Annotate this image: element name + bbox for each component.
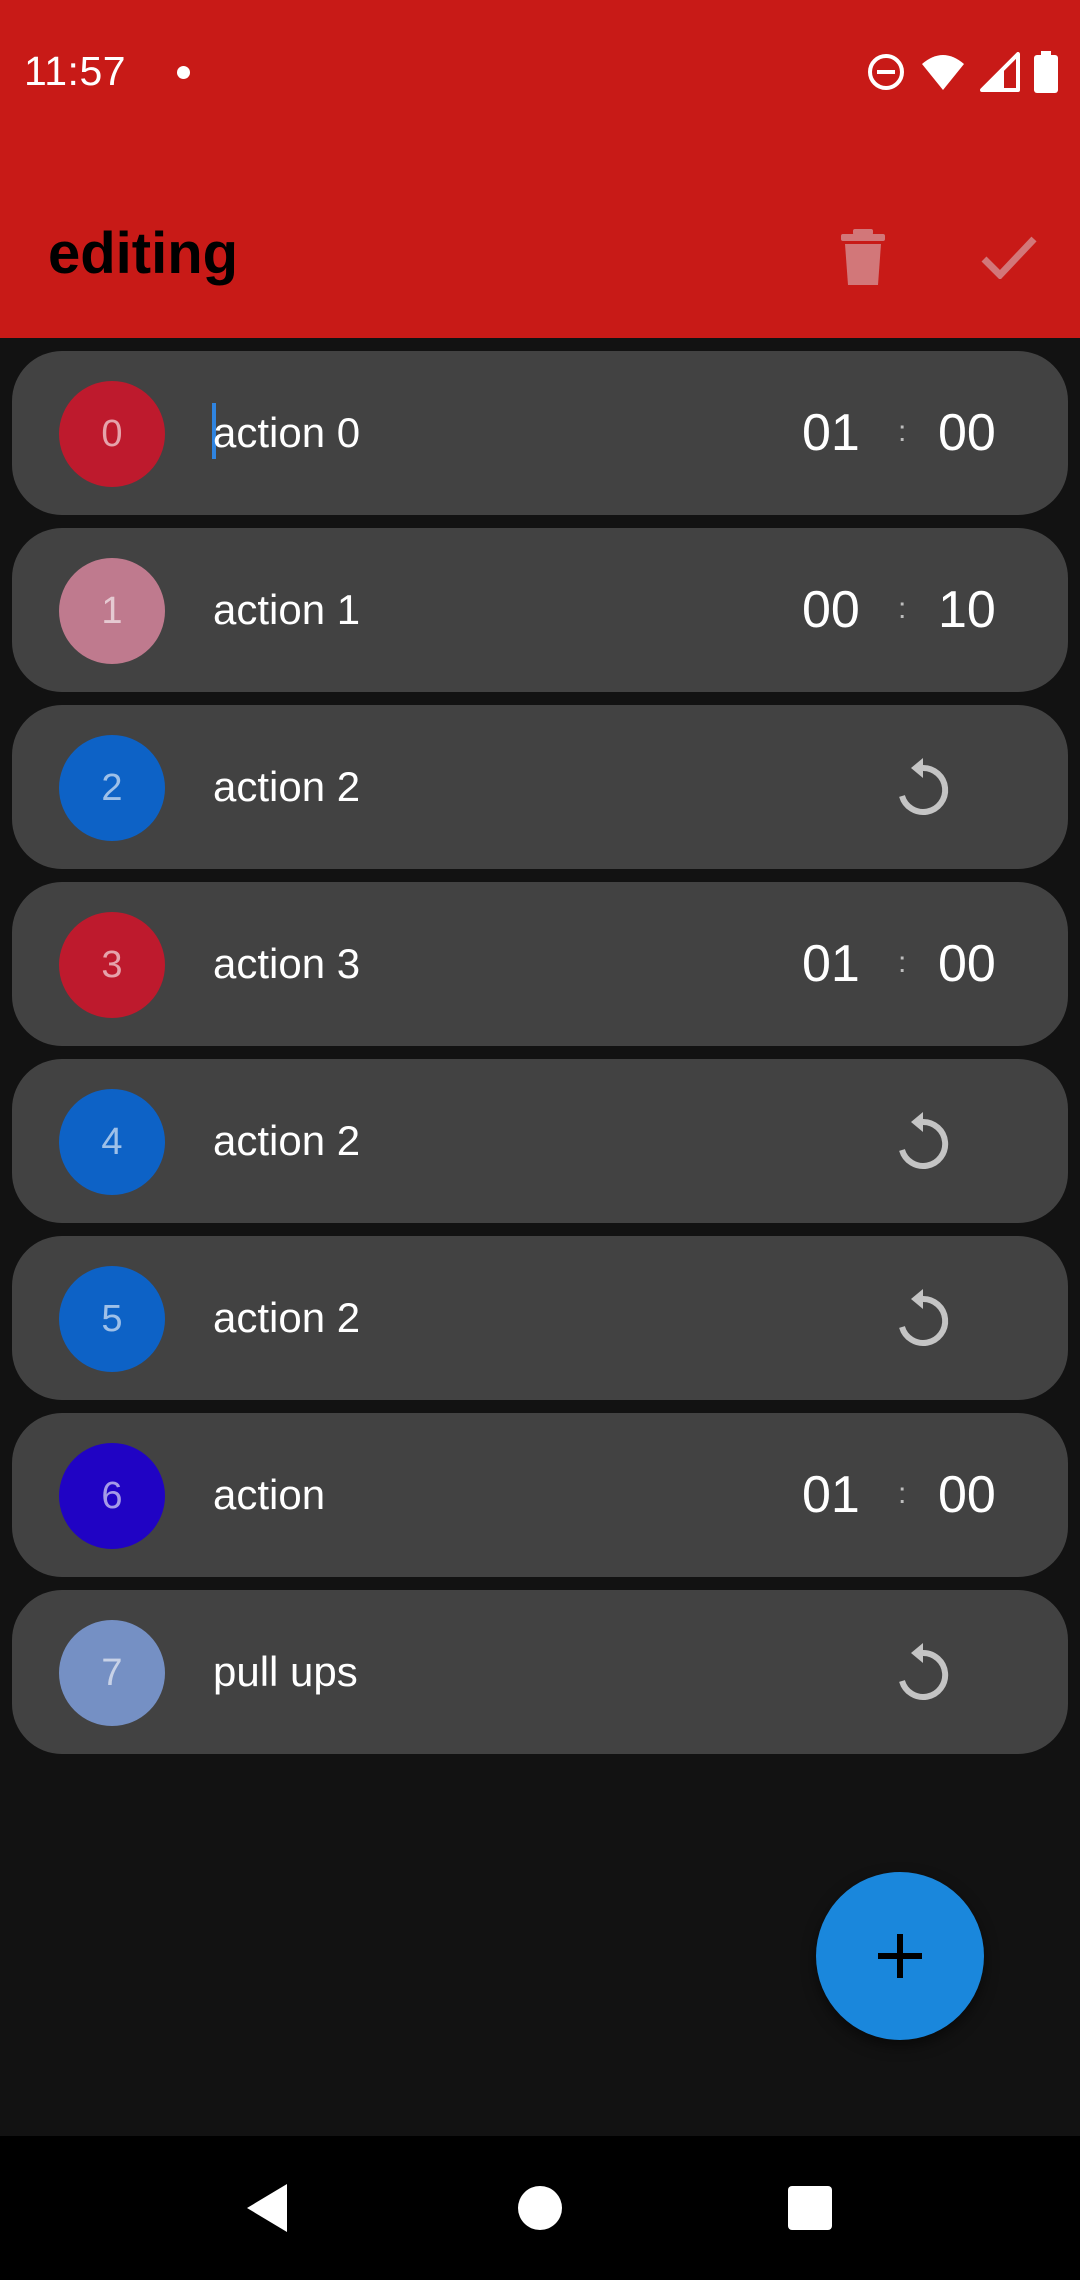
action-name-field[interactable]: action 1 bbox=[213, 586, 360, 634]
wifi-icon bbox=[922, 55, 964, 90]
nav-recents-button[interactable] bbox=[774, 2172, 846, 2244]
check-icon bbox=[981, 236, 1037, 279]
action-index-badge: 5 bbox=[59, 1266, 165, 1372]
action-list: 0 action 0 01 : 00 1 action 1 00 : 10 2 … bbox=[12, 351, 1068, 1767]
repeat-button[interactable] bbox=[890, 1286, 956, 1352]
status-bar: 11:57 bbox=[0, 0, 1080, 150]
action-row[interactable]: 1 action 1 00 : 10 bbox=[12, 528, 1068, 692]
timer-separator: : bbox=[898, 946, 907, 979]
repeat-icon bbox=[899, 758, 949, 815]
repeat-button[interactable] bbox=[890, 1109, 956, 1175]
action-name-field[interactable]: action 2 bbox=[213, 763, 360, 811]
delete-button[interactable] bbox=[818, 212, 908, 302]
action-name-field[interactable]: pull ups bbox=[213, 1648, 358, 1696]
navigation-bar bbox=[0, 2136, 1080, 2280]
trash-icon bbox=[841, 229, 885, 285]
action-name-field[interactable]: action 0 bbox=[213, 409, 360, 457]
action-index-badge: 3 bbox=[59, 912, 165, 1018]
action-index-badge: 4 bbox=[59, 1089, 165, 1195]
timer-seconds[interactable]: 10 bbox=[938, 580, 996, 640]
action-name-field[interactable]: action 3 bbox=[213, 940, 360, 988]
confirm-button[interactable] bbox=[964, 212, 1054, 302]
action-row[interactable]: 4 action 2 bbox=[12, 1059, 1068, 1223]
back-icon bbox=[247, 2184, 287, 2232]
action-row[interactable]: 2 action 2 bbox=[12, 705, 1068, 869]
cell-signal-icon bbox=[980, 52, 1020, 92]
action-index-badge: 1 bbox=[59, 558, 165, 664]
header: 11:57 editing bbox=[0, 0, 1080, 338]
duration-timer[interactable]: 01 : 00 bbox=[802, 1465, 1042, 1525]
action-row[interactable]: 7 pull ups bbox=[12, 1590, 1068, 1754]
app-bar: editing bbox=[0, 190, 1080, 320]
page-title: editing bbox=[48, 221, 239, 286]
repeat-icon bbox=[899, 1112, 949, 1169]
timer-separator: : bbox=[898, 592, 907, 625]
nav-back-button[interactable] bbox=[230, 2172, 302, 2244]
repeat-icon bbox=[899, 1643, 949, 1700]
action-row[interactable]: 3 action 3 01 : 00 bbox=[12, 882, 1068, 1046]
battery-icon bbox=[1034, 51, 1058, 93]
action-name-field[interactable]: action bbox=[213, 1471, 325, 1519]
timer-minutes[interactable]: 01 bbox=[802, 1465, 860, 1525]
timer-minutes[interactable]: 01 bbox=[802, 934, 860, 994]
action-row[interactable]: 0 action 0 01 : 00 bbox=[12, 351, 1068, 515]
plus-icon bbox=[878, 1934, 922, 1978]
timer-separator: : bbox=[898, 1477, 907, 1510]
repeat-icon bbox=[899, 1289, 949, 1346]
action-index-badge: 6 bbox=[59, 1443, 165, 1549]
timer-seconds[interactable]: 00 bbox=[938, 1465, 996, 1525]
action-index-badge: 0 bbox=[59, 381, 165, 487]
action-index-badge: 7 bbox=[59, 1620, 165, 1726]
repeat-button[interactable] bbox=[890, 1640, 956, 1706]
status-icons bbox=[866, 48, 1058, 96]
add-action-button[interactable] bbox=[816, 1872, 984, 2040]
do-not-disturb-icon bbox=[868, 54, 904, 90]
duration-timer[interactable]: 01 : 00 bbox=[802, 934, 1042, 994]
duration-timer[interactable]: 01 : 00 bbox=[802, 403, 1042, 463]
screen: 11:57 editing 0 action 0 01: 00 1 actio… bbox=[0, 0, 1080, 2280]
recents-icon bbox=[788, 2186, 832, 2230]
timer-minutes[interactable]: 01 bbox=[802, 403, 860, 463]
timer-separator: : bbox=[898, 415, 907, 448]
nav-home-button[interactable] bbox=[504, 2172, 576, 2244]
duration-timer[interactable]: 00 : 10 bbox=[802, 580, 1042, 640]
action-name-field[interactable]: action 2 bbox=[213, 1117, 360, 1165]
status-time: 11:57 bbox=[24, 48, 127, 94]
action-name-field[interactable]: action 2 bbox=[213, 1294, 360, 1342]
timer-seconds[interactable]: 00 bbox=[938, 403, 996, 463]
repeat-button[interactable] bbox=[890, 755, 956, 821]
timer-seconds[interactable]: 00 bbox=[938, 934, 996, 994]
action-row[interactable]: 5 action 2 bbox=[12, 1236, 1068, 1400]
action-index-badge: 2 bbox=[59, 735, 165, 841]
notification-dot-icon bbox=[177, 66, 190, 79]
action-row[interactable]: 6 action 01 : 00 bbox=[12, 1413, 1068, 1577]
home-icon bbox=[518, 2186, 562, 2230]
timer-minutes[interactable]: 00 bbox=[802, 580, 860, 640]
